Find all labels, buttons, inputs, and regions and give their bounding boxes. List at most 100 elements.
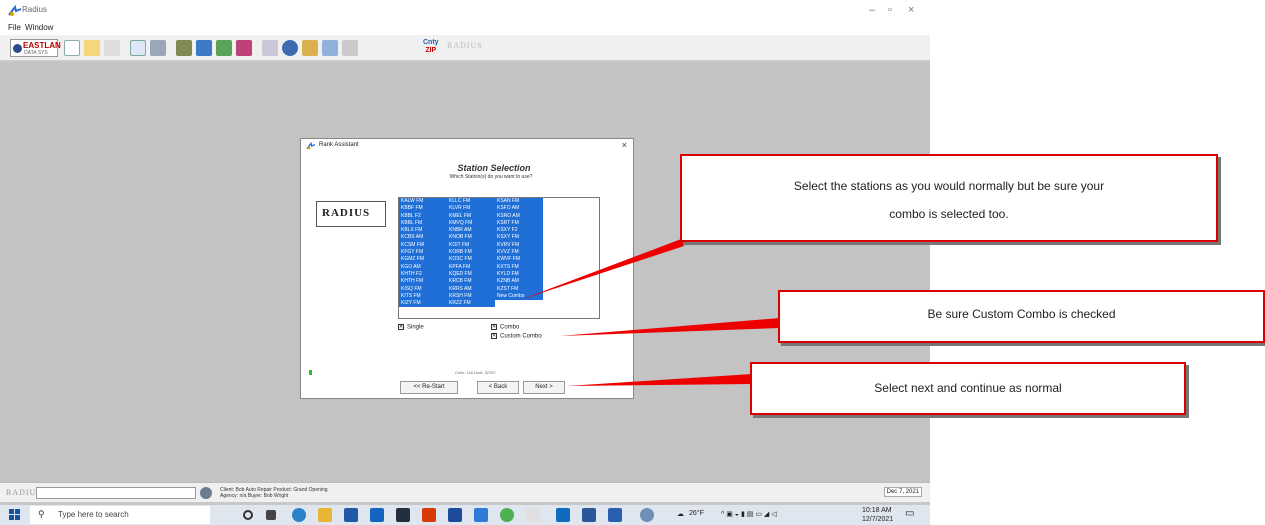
clock-time[interactable]: 10:18 AM xyxy=(862,507,892,514)
book-icon[interactable] xyxy=(176,40,192,56)
app-window-icon[interactable] xyxy=(608,508,622,522)
station-list-item[interactable]: KISQ FM xyxy=(399,286,447,293)
station-list-item[interactable]: KZST FM xyxy=(495,286,543,293)
station-list-item[interactable]: KIZY FM xyxy=(399,300,447,307)
print-icon[interactable] xyxy=(150,40,166,56)
outlook-icon[interactable] xyxy=(556,508,570,522)
office-icon[interactable] xyxy=(422,508,436,522)
amazon-icon[interactable] xyxy=(396,508,410,522)
task-view-icon[interactable] xyxy=(266,510,276,520)
edge-browser-icon[interactable] xyxy=(292,508,306,522)
station-list-item[interactable]: KRRS AM xyxy=(447,286,495,293)
station-list-item[interactable]: KALW FM xyxy=(399,198,447,205)
station-list-item[interactable]: KHTH FM xyxy=(399,278,447,285)
restart-button[interactable]: << Re-Start xyxy=(400,381,458,394)
people-tray-icon[interactable] xyxy=(640,508,654,522)
notification-icon[interactable]: ▭ xyxy=(905,508,914,519)
open-folder-icon[interactable] xyxy=(84,40,100,56)
minimize-icon[interactable]: – xyxy=(869,4,875,16)
cortana-icon[interactable] xyxy=(243,510,253,520)
station-list-item[interactable]: KCSM FM xyxy=(399,242,447,249)
app-icon[interactable] xyxy=(474,508,488,522)
station-list-item[interactable]: KXTS FM xyxy=(495,264,543,271)
station-list-item[interactable]: KSRT FM xyxy=(495,220,543,227)
globe-icon[interactable] xyxy=(200,487,212,499)
single-checkbox[interactable]: ✕ Single xyxy=(398,324,424,331)
dropbox-icon[interactable] xyxy=(448,508,462,522)
station-list-item[interactable]: KVRV FM xyxy=(495,242,543,249)
menu-file[interactable]: File xyxy=(8,23,21,32)
station-list-item[interactable]: KRZZ FM xyxy=(447,300,495,307)
station-list-item[interactable]: KQED FM xyxy=(447,271,495,278)
people-icon[interactable] xyxy=(236,40,252,56)
close-icon[interactable]: × xyxy=(908,4,914,16)
station-list-item[interactable]: KLLC FM xyxy=(447,198,495,205)
maximize-icon[interactable]: ▫ xyxy=(888,4,892,16)
station-list-item[interactable]: KZNB AM xyxy=(495,278,543,285)
station-list-item[interactable]: KORB FM xyxy=(447,249,495,256)
station-list-item[interactable]: KLVR FM xyxy=(447,205,495,212)
gauge-icon[interactable] xyxy=(302,40,318,56)
disabled-tool-icon[interactable] xyxy=(104,40,120,56)
station-list-item[interactable]: KOIT FM xyxy=(447,242,495,249)
eraser-icon[interactable] xyxy=(342,40,358,56)
new-document-icon[interactable] xyxy=(64,40,80,56)
mail-icon[interactable] xyxy=(370,508,384,522)
dialog-close-icon[interactable]: × xyxy=(622,140,627,150)
taskbar-search-box[interactable]: ⚲ Type here to search xyxy=(30,506,210,524)
app-shortcut-icon[interactable] xyxy=(526,508,540,522)
station-list-item[interactable]: KBBL FM xyxy=(399,220,447,227)
station-listbox[interactable]: KALW FM KBBF FM KBBL F2 KBBL FM KBLX FM KCBS … xyxy=(398,197,600,319)
station-list-item[interactable]: KSFO AM xyxy=(495,205,543,212)
print-preview-icon[interactable] xyxy=(130,40,146,56)
station-list-item[interactable]: KNOB FM xyxy=(447,234,495,241)
station-list-item[interactable]: KBBL F2 xyxy=(399,213,447,220)
station-list-item[interactable]: KGO AM xyxy=(399,264,447,271)
chart-icon[interactable] xyxy=(216,40,232,56)
report-icon[interactable] xyxy=(196,40,212,56)
pen-icon[interactable] xyxy=(262,40,278,56)
station-list-item[interactable]: KCBS AM xyxy=(399,234,447,241)
station-list-item[interactable]: KNBR AM xyxy=(447,227,495,234)
eastlan-logo-button[interactable]: EASTLAN DATA SYS xyxy=(10,39,61,57)
word-icon[interactable] xyxy=(582,508,596,522)
station-list-item[interactable]: KBBF FM xyxy=(399,205,447,212)
combo-checkbox[interactable]: ✕ Combo xyxy=(491,324,519,331)
station-list-item[interactable]: KFGY FM xyxy=(399,249,447,256)
back-button[interactable]: < Back xyxy=(477,381,519,394)
station-list-item[interactable]: KHTH F2 xyxy=(399,271,447,278)
file-explorer-icon[interactable] xyxy=(318,508,332,522)
document-chart-icon[interactable] xyxy=(322,40,338,56)
menu-bar: File Window xyxy=(0,22,930,35)
station-list-item[interactable]: KSRO AM xyxy=(495,213,543,220)
station-list-item[interactable]: KSAN FM xyxy=(495,198,543,205)
station-list-item[interactable]: KRSH FM xyxy=(447,293,495,300)
station-list-item[interactable]: New Combo xyxy=(495,293,543,300)
store-icon[interactable] xyxy=(344,508,358,522)
station-list-item[interactable]: KRCB FM xyxy=(447,278,495,285)
system-tray-icons[interactable]: ^ ▣ ◒ ▮ ▤ ▭ ◢ ◁ xyxy=(721,510,777,518)
station-list-item[interactable]: KGMZ FM xyxy=(399,256,447,263)
station-list-item[interactable]: KWVF FM xyxy=(495,256,543,263)
menu-window[interactable]: Window xyxy=(25,23,53,32)
clock-date[interactable]: 12/7/2021 xyxy=(862,516,893,523)
chrome-icon[interactable] xyxy=(500,508,514,522)
next-button[interactable]: Next > xyxy=(523,381,565,394)
custom-combo-checkbox[interactable]: ✕ Custom Combo xyxy=(491,333,542,340)
station-list-item[interactable]: KSXY FM xyxy=(495,234,543,241)
station-list-item[interactable]: KITS FM xyxy=(399,293,447,300)
station-list-item[interactable]: KPFA FM xyxy=(447,264,495,271)
station-list-item[interactable]: KOSC FM xyxy=(447,256,495,263)
status-input-field[interactable] xyxy=(36,487,196,499)
station-list-item[interactable]: KSXY F2 xyxy=(495,227,543,234)
weather-text[interactable]: 26°F xyxy=(689,510,704,517)
station-list-item[interactable]: KBLX FM xyxy=(399,227,447,234)
station-list-item[interactable]: KMEL FM xyxy=(447,213,495,220)
target-icon[interactable] xyxy=(282,40,298,56)
station-list-item[interactable]: KMVQ FM xyxy=(447,220,495,227)
county-zip-button[interactable]: Cnty ZIP xyxy=(423,39,439,55)
station-list-item[interactable]: KYLD FM xyxy=(495,271,543,278)
weather-cloud-icon[interactable]: ☁ xyxy=(677,510,684,518)
windows-start-icon[interactable] xyxy=(9,509,21,521)
station-list-item[interactable]: KVVZ FM xyxy=(495,249,543,256)
